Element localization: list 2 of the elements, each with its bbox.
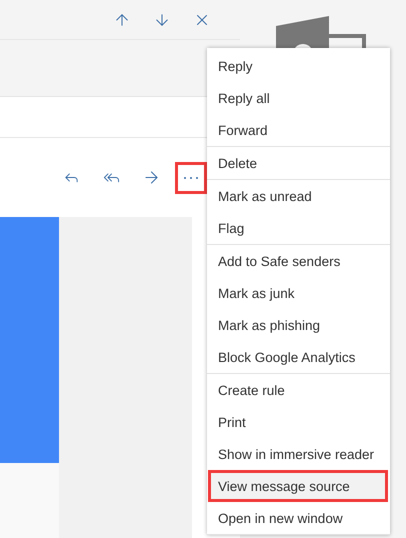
more-button[interactable]: [175, 162, 207, 194]
menu-item[interactable]: View message source: [208, 470, 388, 502]
